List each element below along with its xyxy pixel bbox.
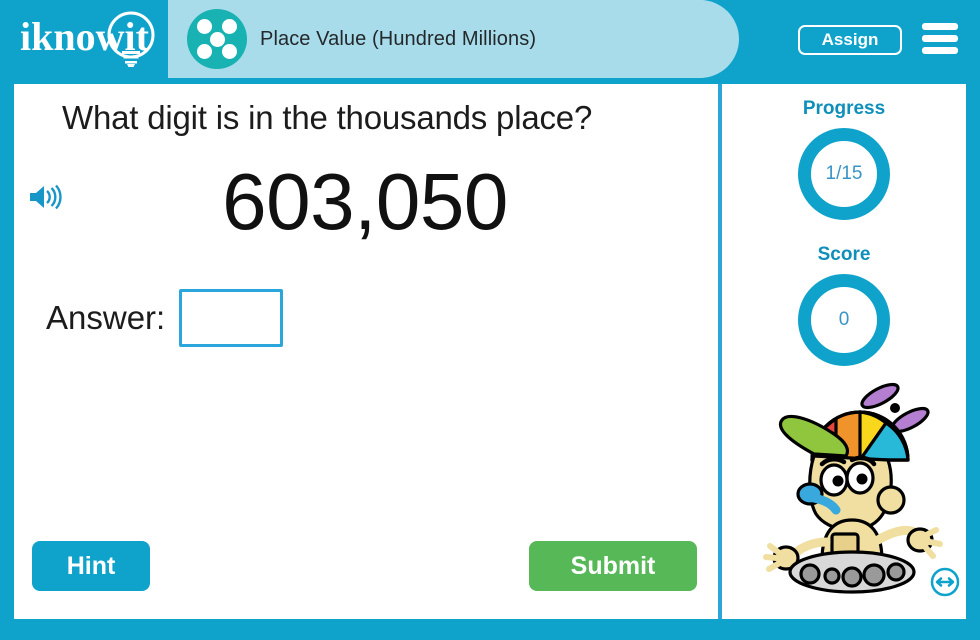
progress-label: Progress <box>802 98 886 119</box>
activity-title-pill: Place Value (Hundred Millions) <box>168 0 739 78</box>
dice-five-icon <box>187 9 247 69</box>
assign-button[interactable]: Assign <box>798 25 902 55</box>
question-prompt: What digit is in the thousands place? <box>62 99 593 136</box>
hamburger-menu-icon[interactable] <box>922 22 958 56</box>
progress-meter: Progress 1/15 <box>722 98 966 220</box>
iknowit-logo[interactable]: iknowit <box>18 8 168 70</box>
answer-row: Answer: <box>46 289 284 347</box>
score-label: Score <box>817 244 871 265</box>
activity-window: iknowit Place Value (Hundred Millions) A… <box>0 0 980 640</box>
robot-mascot-icon <box>752 382 952 597</box>
app-header: iknowit Place Value (Hundred Millions) A… <box>0 0 980 78</box>
question-number: 603,050 <box>222 157 508 246</box>
answer-input[interactable] <box>179 289 284 347</box>
activity-content: What digit is in the thousands place? 60… <box>14 84 966 619</box>
score-value: 0 <box>838 309 850 330</box>
progress-ring: 1/15 <box>798 128 890 220</box>
progress-value: 1/15 <box>825 163 863 184</box>
resize-horizontal-icon[interactable] <box>930 567 960 597</box>
submit-button[interactable]: Submit <box>529 541 697 591</box>
status-sidebar: Progress 1/15 Score 0 <box>722 84 966 619</box>
score-meter: Score 0 <box>722 244 966 366</box>
answer-label: Answer: <box>46 299 166 336</box>
logo-graphic: iknowit <box>20 11 155 67</box>
hint-button[interactable]: Hint <box>32 541 150 591</box>
score-ring: 0 <box>798 274 890 366</box>
activity-title: Place Value (Hundred Millions) <box>260 28 537 50</box>
